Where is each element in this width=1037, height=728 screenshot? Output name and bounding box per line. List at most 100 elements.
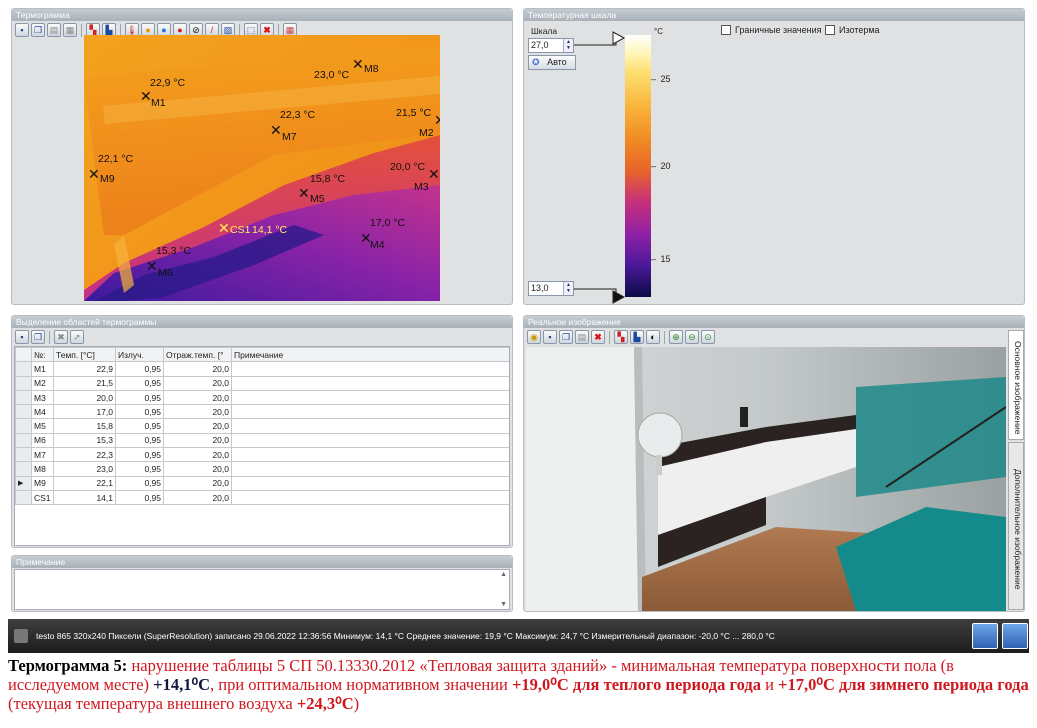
cell-id[interactable]: M8 (31, 461, 54, 477)
limits-checkbox[interactable]: Граничные значения (721, 25, 821, 35)
cell-temp[interactable]: 20,0 (53, 389, 116, 406)
cell-temp[interactable]: 21,5 (53, 375, 116, 391)
cell-id[interactable]: M9 (31, 475, 54, 491)
row-selector[interactable] (15, 418, 32, 434)
table-row[interactable]: M1 22,9 0,95 20,0 (15, 361, 509, 377)
palette-icon[interactable]: ▚ (614, 330, 628, 344)
table-row[interactable]: M7 22,3 0,95 20,0 (15, 447, 509, 463)
row-selector[interactable] (15, 447, 32, 463)
isotherm-checkbox[interactable]: Изотерма (825, 25, 880, 35)
cell-note[interactable] (231, 432, 509, 449)
delete-icon[interactable]: ✖ (591, 330, 605, 344)
thermal-image[interactable]: 22,9 °C ✕ M1 21,5 °C ✕ M2 20,0 °C ✕ M3 1… (84, 35, 440, 301)
cell-reflected[interactable]: 20,0 (163, 389, 232, 406)
cell-reflected[interactable]: 20,0 (163, 447, 232, 463)
tab-main-image[interactable]: Основное изображение (1008, 330, 1024, 440)
cell-id[interactable]: M3 (31, 389, 54, 406)
cell-emissivity[interactable]: 0,95 (115, 489, 164, 506)
row-selector[interactable] (15, 375, 32, 391)
cell-note[interactable] (231, 461, 509, 477)
copy-icon[interactable]: ❐ (559, 330, 573, 344)
row-selector[interactable] (15, 389, 32, 406)
row-selector[interactable] (15, 404, 32, 420)
note-textarea[interactable]: ▲ ▼ (14, 569, 510, 610)
scale-min-input[interactable]: 13,0 ▲ ▼ (528, 281, 574, 296)
cell-temp[interactable]: 22,3 (53, 447, 116, 463)
cell-emissivity[interactable]: 0,95 (115, 404, 164, 420)
image-settings-icon[interactable]: ▙ (630, 330, 644, 344)
cell-emissivity[interactable]: 0,95 (115, 475, 164, 491)
cell-id[interactable]: CS1 (31, 489, 54, 506)
cell-temp[interactable]: 15,3 (53, 432, 116, 449)
cell-id[interactable]: M7 (31, 447, 54, 463)
scale-max-input[interactable]: 27,0 ▲ ▼ (528, 38, 574, 53)
table-row[interactable]: M5 15,8 0,95 20,0 (15, 418, 509, 434)
zoom-fit-icon[interactable]: ⊙ (701, 330, 715, 344)
zoom-out-icon[interactable]: ⊖ (685, 330, 699, 344)
col-header-temp[interactable]: Темп. [°C] (53, 347, 116, 363)
cell-reflected[interactable]: 20,0 (163, 418, 232, 434)
table-row[interactable]: M6 15,3 0,95 20,0 (15, 432, 509, 449)
cell-id[interactable]: M5 (31, 418, 54, 434)
cell-note[interactable] (231, 375, 509, 391)
cell-temp[interactable]: 22,9 (53, 361, 116, 377)
cell-note[interactable] (231, 418, 509, 434)
table-row[interactable]: M4 17,0 0,95 20,0 (15, 404, 509, 420)
save-icon[interactable]: ▪ (543, 330, 557, 344)
col-header-id[interactable]: №: (31, 347, 54, 363)
cell-reflected[interactable]: 20,0 (163, 404, 232, 420)
row-selector[interactable]: ▶ (15, 475, 32, 491)
window-layout-icon[interactable] (972, 623, 998, 649)
cell-reflected[interactable]: 20,0 (163, 432, 232, 449)
cell-emissivity[interactable]: 0,95 (115, 418, 164, 434)
cell-temp[interactable]: 14,1 (53, 489, 116, 506)
col-header-emissivity[interactable]: Излуч. (115, 347, 164, 363)
cell-emissivity[interactable]: 0,95 (115, 375, 164, 391)
tab-extra-image[interactable]: Дополнительное изображение (1008, 442, 1024, 610)
cell-emissivity[interactable]: 0,95 (115, 461, 164, 477)
contrast-icon[interactable]: ◐ (646, 330, 660, 344)
row-selector[interactable] (15, 432, 32, 449)
cell-id[interactable]: M2 (31, 375, 54, 391)
col-header-reflected[interactable]: Отраж.темп. [° (163, 347, 232, 363)
cell-emissivity[interactable]: 0,95 (115, 447, 164, 463)
row-selector[interactable] (15, 361, 32, 377)
auto-button[interactable]: ✪ Авто (528, 55, 576, 70)
row-selector[interactable] (15, 489, 32, 506)
print-icon[interactable]: ▤ (575, 330, 589, 344)
pin-icon[interactable]: ➚ (70, 330, 84, 344)
cell-reflected[interactable]: 20,0 (163, 461, 232, 477)
cell-reflected[interactable]: 20,0 (163, 375, 232, 391)
cell-note[interactable] (231, 447, 509, 463)
row-selector[interactable] (15, 461, 32, 477)
cell-id[interactable]: M4 (31, 404, 54, 420)
scroll-down-icon[interactable]: ▼ (500, 601, 507, 608)
cell-note[interactable] (231, 389, 509, 406)
cell-note[interactable] (231, 475, 509, 491)
cell-reflected[interactable]: 20,0 (163, 475, 232, 491)
cell-reflected[interactable]: 20,0 (163, 361, 232, 377)
col-header-note[interactable]: Примечание (231, 347, 509, 363)
cell-note[interactable] (231, 361, 509, 377)
cell-id[interactable]: M6 (31, 432, 54, 449)
cell-id[interactable]: M1 (31, 361, 54, 377)
min-slider-handle[interactable] (612, 290, 626, 304)
cell-temp[interactable]: 23,0 (53, 461, 116, 477)
real-photo[interactable] (526, 347, 1006, 611)
cell-note[interactable] (231, 404, 509, 420)
copy-icon[interactable]: ❐ (31, 23, 45, 37)
export-icon[interactable]: ▦ (63, 23, 77, 37)
cell-reflected[interactable]: 20,0 (163, 489, 232, 506)
save-icon[interactable]: ▪ (15, 330, 29, 344)
delete-icon[interactable]: ✖ (54, 330, 68, 344)
cell-note[interactable] (231, 489, 509, 506)
cell-temp[interactable]: 17,0 (53, 404, 116, 420)
window-tile-icon[interactable] (1002, 623, 1028, 649)
table-row[interactable]: M3 20,0 0,95 20,0 (15, 389, 509, 406)
zoom-in-icon[interactable]: ⊕ (669, 330, 683, 344)
isotherm-checkbox-box[interactable] (825, 25, 835, 35)
scroll-up-icon[interactable]: ▲ (500, 571, 507, 578)
table-row[interactable]: ▶ M9 22,1 0,95 20,0 (15, 475, 509, 491)
print-icon[interactable]: ▤ (47, 23, 61, 37)
limits-checkbox-box[interactable] (721, 25, 731, 35)
